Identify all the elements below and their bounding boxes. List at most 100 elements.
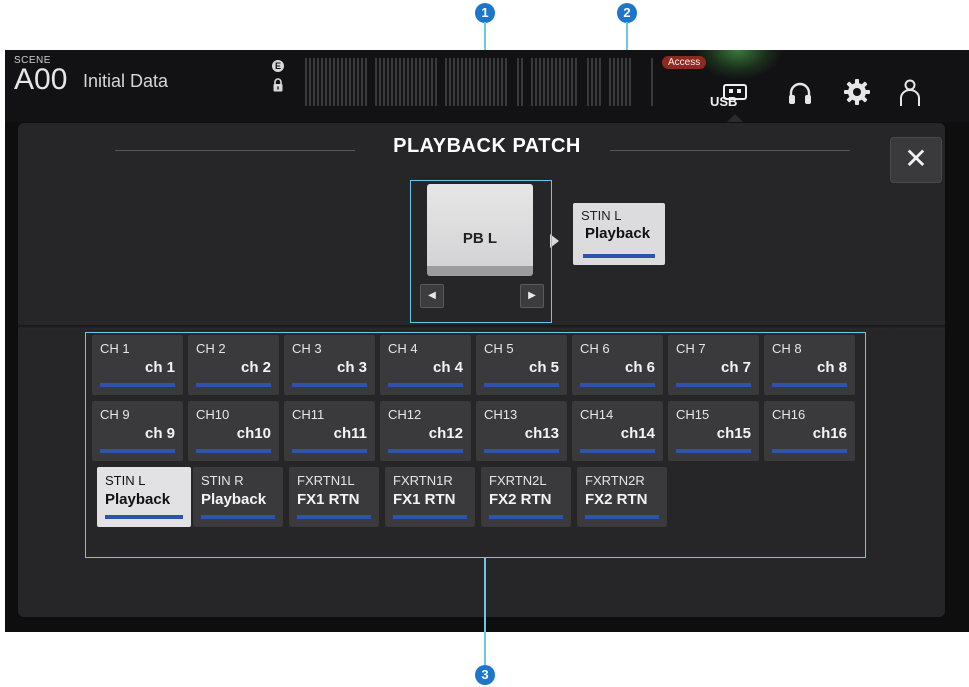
scene-name[interactable]: Initial Data [83, 71, 168, 92]
meter-bar [453, 58, 455, 106]
close-button[interactable]: ✕ [890, 137, 942, 183]
callout-3-line [484, 558, 486, 665]
meter-bar [651, 58, 653, 106]
level-meters [305, 58, 655, 106]
meter-bar [345, 58, 347, 106]
meter-bar [517, 58, 519, 106]
meter-bar [337, 58, 339, 106]
destination-color-bar [583, 254, 655, 258]
meter-bar [493, 58, 495, 106]
access-badge: Access [662, 56, 707, 69]
meter-bar [595, 58, 597, 106]
top-bar: SCENE A00 Initial Data E Access USB [5, 50, 969, 122]
callout-2: 2 [617, 3, 637, 23]
destination-channel: STIN L [581, 208, 622, 223]
destination-name: Playback [585, 225, 651, 242]
meter-bar [599, 58, 601, 106]
meter-bar [625, 58, 627, 106]
meter-bar [399, 58, 401, 106]
meter-bar [555, 58, 557, 106]
callout-3: 3 [475, 665, 495, 685]
meter-bar [567, 58, 569, 106]
meter-bar [329, 58, 331, 106]
meter-bar [317, 58, 319, 106]
headphones-icon[interactable] [787, 80, 813, 106]
meter-bar [587, 58, 589, 106]
meter-bar [375, 58, 377, 106]
meter-bar [563, 58, 565, 106]
meter-bar [423, 58, 425, 106]
meter-bar [591, 58, 593, 106]
meter-bar [427, 58, 429, 106]
e-badge: E [272, 60, 284, 72]
meter-bar [395, 58, 397, 106]
meter-bar [575, 58, 577, 106]
scene-number[interactable]: A00 [14, 64, 67, 96]
meter-bar [391, 58, 393, 106]
highlight-source-selector [410, 180, 552, 323]
meter-bar [305, 58, 307, 106]
meter-bar [489, 58, 491, 106]
section-separator [18, 325, 945, 329]
meter-bar [609, 58, 611, 106]
meter-bar [309, 58, 311, 106]
meter-bar [325, 58, 327, 106]
usb-tab-pointer [727, 114, 743, 122]
meter-bar [551, 58, 553, 106]
meter-bar [621, 58, 623, 106]
usb-glow [693, 50, 783, 80]
meter-bar [473, 58, 475, 106]
meter-bar [365, 58, 367, 106]
callout-1: 1 [475, 3, 495, 23]
meter-bar [629, 58, 631, 106]
meter-bar [613, 58, 615, 106]
meter-bar [403, 58, 405, 106]
meter-bar [313, 58, 315, 106]
meter-bar [571, 58, 573, 106]
meter-bar [497, 58, 499, 106]
meter-bar [521, 58, 523, 106]
meter-bar [341, 58, 343, 106]
user-icon[interactable] [898, 78, 922, 108]
meter-bar [333, 58, 335, 106]
meter-bar [461, 58, 463, 106]
meter-bar [481, 58, 483, 106]
gear-icon[interactable] [843, 78, 871, 106]
meter-bar [387, 58, 389, 106]
patch-destination-display: STIN L Playback [573, 203, 665, 265]
meter-bar [539, 58, 541, 106]
meter-bar [535, 58, 537, 106]
dialog-title: PLAYBACK PATCH [393, 135, 581, 157]
meter-bar [559, 58, 561, 106]
meter-bar [547, 58, 549, 106]
meter-bar [419, 58, 421, 106]
meter-bar [407, 58, 409, 106]
highlight-patch-grid [85, 332, 866, 558]
meter-bar [353, 58, 355, 106]
meter-bar [415, 58, 417, 106]
meter-bar [477, 58, 479, 106]
meter-bar [383, 58, 385, 106]
close-icon: ✕ [904, 143, 928, 174]
meter-bar [617, 58, 619, 106]
meter-bar [501, 58, 503, 106]
meter-bar [321, 58, 323, 106]
meter-bar [465, 58, 467, 106]
lock-icon[interactable] [272, 78, 284, 92]
meter-bar [543, 58, 545, 106]
meter-bar [379, 58, 381, 106]
meter-bar [349, 58, 351, 106]
meter-bar [435, 58, 437, 106]
meter-bar [411, 58, 413, 106]
meter-bar [531, 58, 533, 106]
meter-bar [449, 58, 451, 106]
meter-bar [469, 58, 471, 106]
meter-bar [457, 58, 459, 106]
meter-bar [485, 58, 487, 106]
meter-bar [431, 58, 433, 106]
meter-bar [357, 58, 359, 106]
usb-label: USB [710, 94, 738, 109]
meter-bar [445, 58, 447, 106]
meter-bar [505, 58, 507, 106]
meter-bar [361, 58, 363, 106]
